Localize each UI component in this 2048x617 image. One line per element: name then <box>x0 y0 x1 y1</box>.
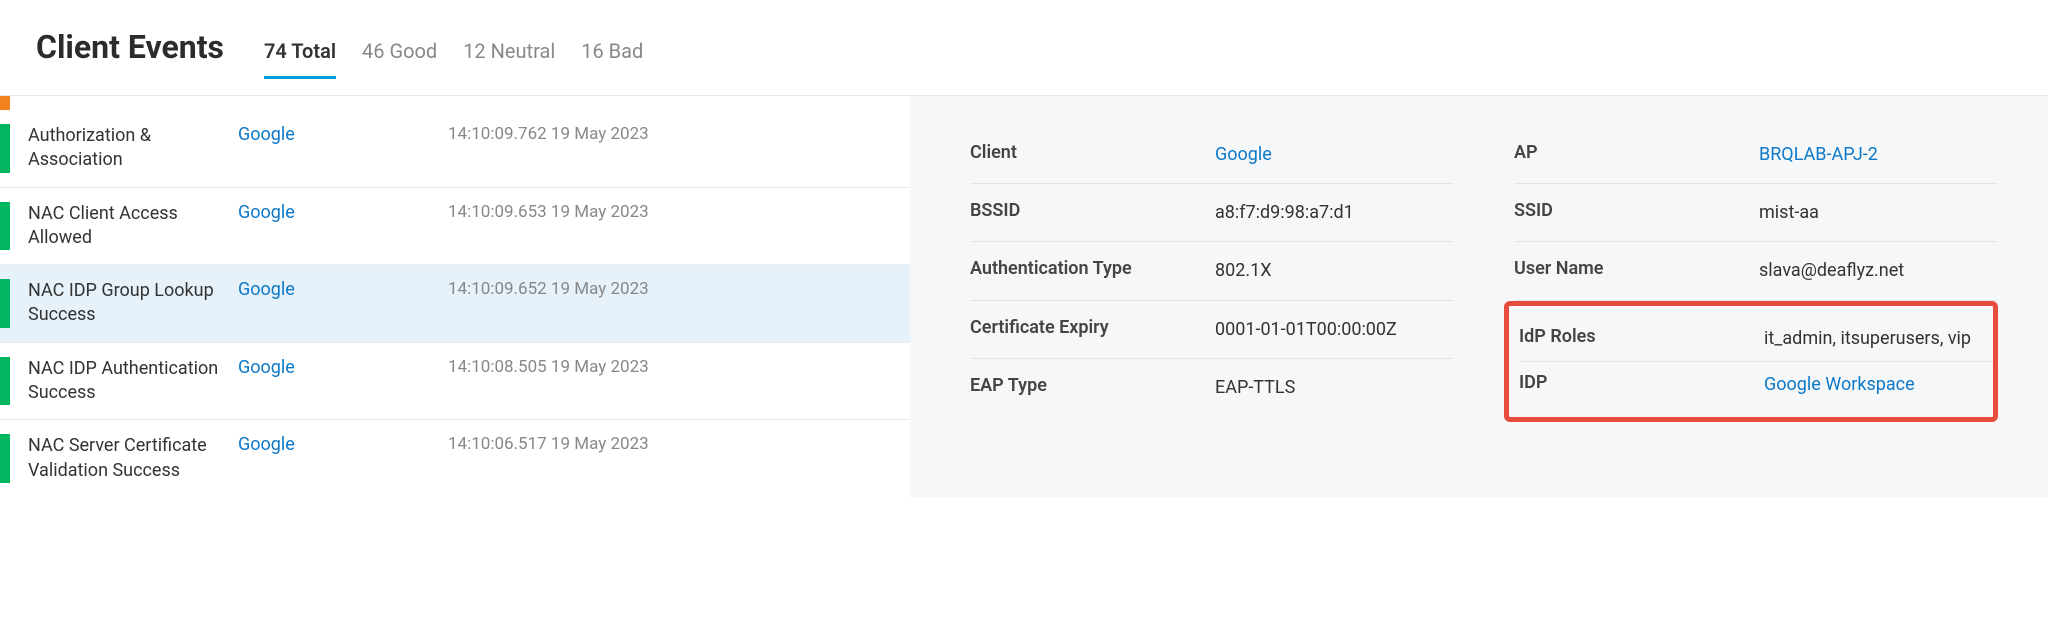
tab-total[interactable]: 74 Total <box>264 39 336 77</box>
events-list: Authorization & Association Google 14:10… <box>0 96 910 497</box>
detail-link-ap[interactable]: BRQLAB-APJ-2 <box>1759 144 1878 165</box>
detail-value-ssid: mist-aa <box>1759 200 1998 225</box>
detail-value-cert-expiry: 0001-01-01T00:00:00Z <box>1215 317 1454 342</box>
event-source-link[interactable]: Google <box>238 124 295 145</box>
event-row-selected[interactable]: NAC IDP Group Lookup Success Google 14:1… <box>0 265 910 343</box>
detail-label-idp-roles: IdP Roles <box>1519 326 1764 347</box>
detail-label-username: User Name <box>1514 258 1759 279</box>
header: Client Events 74 Total 46 Good 12 Neutra… <box>0 0 2048 96</box>
detail-label-eap-type: EAP Type <box>970 375 1215 396</box>
detail-value-auth-type: 802.1X <box>1215 258 1454 283</box>
detail-value-idp-roles: it_admin, itsuperusers, vip <box>1764 326 1993 351</box>
detail-value-eap-type: EAP-TTLS <box>1215 375 1454 400</box>
status-bar-icon <box>0 434 10 483</box>
details-right-column: AP BRQLAB-APJ-2 SSID mist-aa User Name s… <box>1514 126 1998 422</box>
status-bar-icon <box>0 96 10 110</box>
event-details-panel: Client Google BSSID a8:f7:d9:98:a7:d1 Au… <box>910 96 2048 497</box>
detail-label-cert-expiry: Certificate Expiry <box>970 317 1215 338</box>
status-bar-icon <box>0 124 10 173</box>
detail-label-ap: AP <box>1514 142 1759 163</box>
status-bar-icon <box>0 279 10 328</box>
event-timestamp: 14:10:06.517 19 May 2023 <box>448 434 649 454</box>
event-row-partial[interactable] <box>0 96 910 110</box>
event-row[interactable]: NAC IDP Authentication Success Google 14… <box>0 343 910 421</box>
event-name: NAC IDP Authentication Success <box>28 357 238 406</box>
detail-label-auth-type: Authentication Type <box>970 258 1215 279</box>
detail-link-idp[interactable]: Google Workspace <box>1764 374 1915 395</box>
tab-good[interactable]: 46 Good <box>362 39 437 77</box>
detail-label-ssid: SSID <box>1514 200 1759 221</box>
event-source-link[interactable]: Google <box>238 202 295 223</box>
event-source-link[interactable]: Google <box>238 357 295 378</box>
event-source-link[interactable]: Google <box>238 279 295 300</box>
idp-roles-highlight: IdP Roles it_admin, itsuperusers, vip ID… <box>1504 301 1998 422</box>
detail-value-bssid: a8:f7:d9:98:a7:d1 <box>1215 200 1454 225</box>
event-timestamp: 14:10:09.762 19 May 2023 <box>448 124 649 144</box>
event-row[interactable]: NAC Server Certificate Validation Succes… <box>0 420 910 497</box>
detail-label-idp: IDP <box>1519 372 1764 393</box>
event-timestamp: 14:10:08.505 19 May 2023 <box>448 357 649 377</box>
event-name: NAC IDP Group Lookup Success <box>28 279 238 328</box>
details-left-column: Client Google BSSID a8:f7:d9:98:a7:d1 Au… <box>970 126 1454 422</box>
detail-link-client[interactable]: Google <box>1215 144 1272 165</box>
status-bar-icon <box>0 202 10 251</box>
detail-value-username: slava@deaflyz.net <box>1759 258 1998 283</box>
event-source-link[interactable]: Google <box>238 434 295 455</box>
event-name: NAC Server Certificate Validation Succes… <box>28 434 238 483</box>
event-name: NAC Client Access Allowed <box>28 202 238 251</box>
tab-bad[interactable]: 16 Bad <box>581 39 643 77</box>
event-timestamp: 14:10:09.653 19 May 2023 <box>448 202 649 222</box>
content: Authorization & Association Google 14:10… <box>0 96 2048 497</box>
page-title: Client Events <box>36 28 224 66</box>
event-timestamp: 14:10:09.652 19 May 2023 <box>448 279 649 299</box>
detail-label-bssid: BSSID <box>970 200 1215 221</box>
filter-tabs: 74 Total 46 Good 12 Neutral 16 Bad <box>264 39 643 77</box>
tab-neutral[interactable]: 12 Neutral <box>463 39 555 77</box>
status-bar-icon <box>0 357 10 406</box>
event-row[interactable]: Authorization & Association Google 14:10… <box>0 110 910 188</box>
event-row[interactable]: NAC Client Access Allowed Google 14:10:0… <box>0 188 910 266</box>
event-name: Authorization & Association <box>28 124 238 173</box>
detail-label-client: Client <box>970 142 1215 163</box>
